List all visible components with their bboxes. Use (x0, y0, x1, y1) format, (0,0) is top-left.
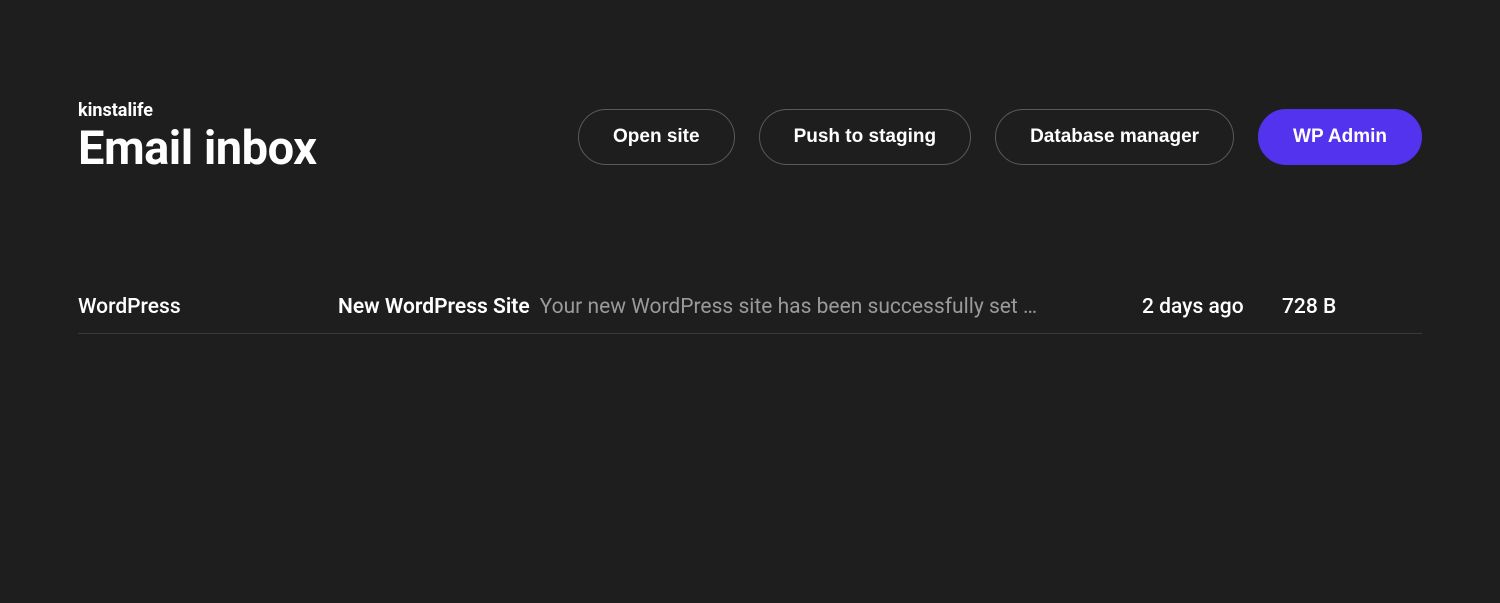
header-actions: Open site Push to staging Database manag… (578, 109, 1422, 165)
wp-admin-button[interactable]: WP Admin (1258, 109, 1422, 165)
email-time: 2 days ago (1122, 295, 1282, 319)
email-subject: New WordPress Site (338, 295, 530, 319)
page-header: kinstalife Email inbox Open site Push to… (78, 0, 1422, 225)
email-subject-container: New WordPress Site Your new WordPress si… (338, 295, 1122, 319)
email-list: WordPress New WordPress Site Your new Wo… (78, 281, 1422, 334)
open-site-button[interactable]: Open site (578, 109, 735, 165)
push-to-staging-button[interactable]: Push to staging (759, 109, 972, 165)
email-row[interactable]: WordPress New WordPress Site Your new Wo… (78, 281, 1422, 334)
header-left: kinstalife Email inbox (78, 100, 317, 175)
email-size: 728 B (1282, 295, 1422, 319)
email-sender: WordPress (78, 295, 338, 319)
page-title: Email inbox (78, 123, 317, 175)
breadcrumb[interactable]: kinstalife (78, 100, 317, 121)
database-manager-button[interactable]: Database manager (995, 109, 1234, 165)
email-preview: Your new WordPress site has been success… (540, 295, 1122, 319)
